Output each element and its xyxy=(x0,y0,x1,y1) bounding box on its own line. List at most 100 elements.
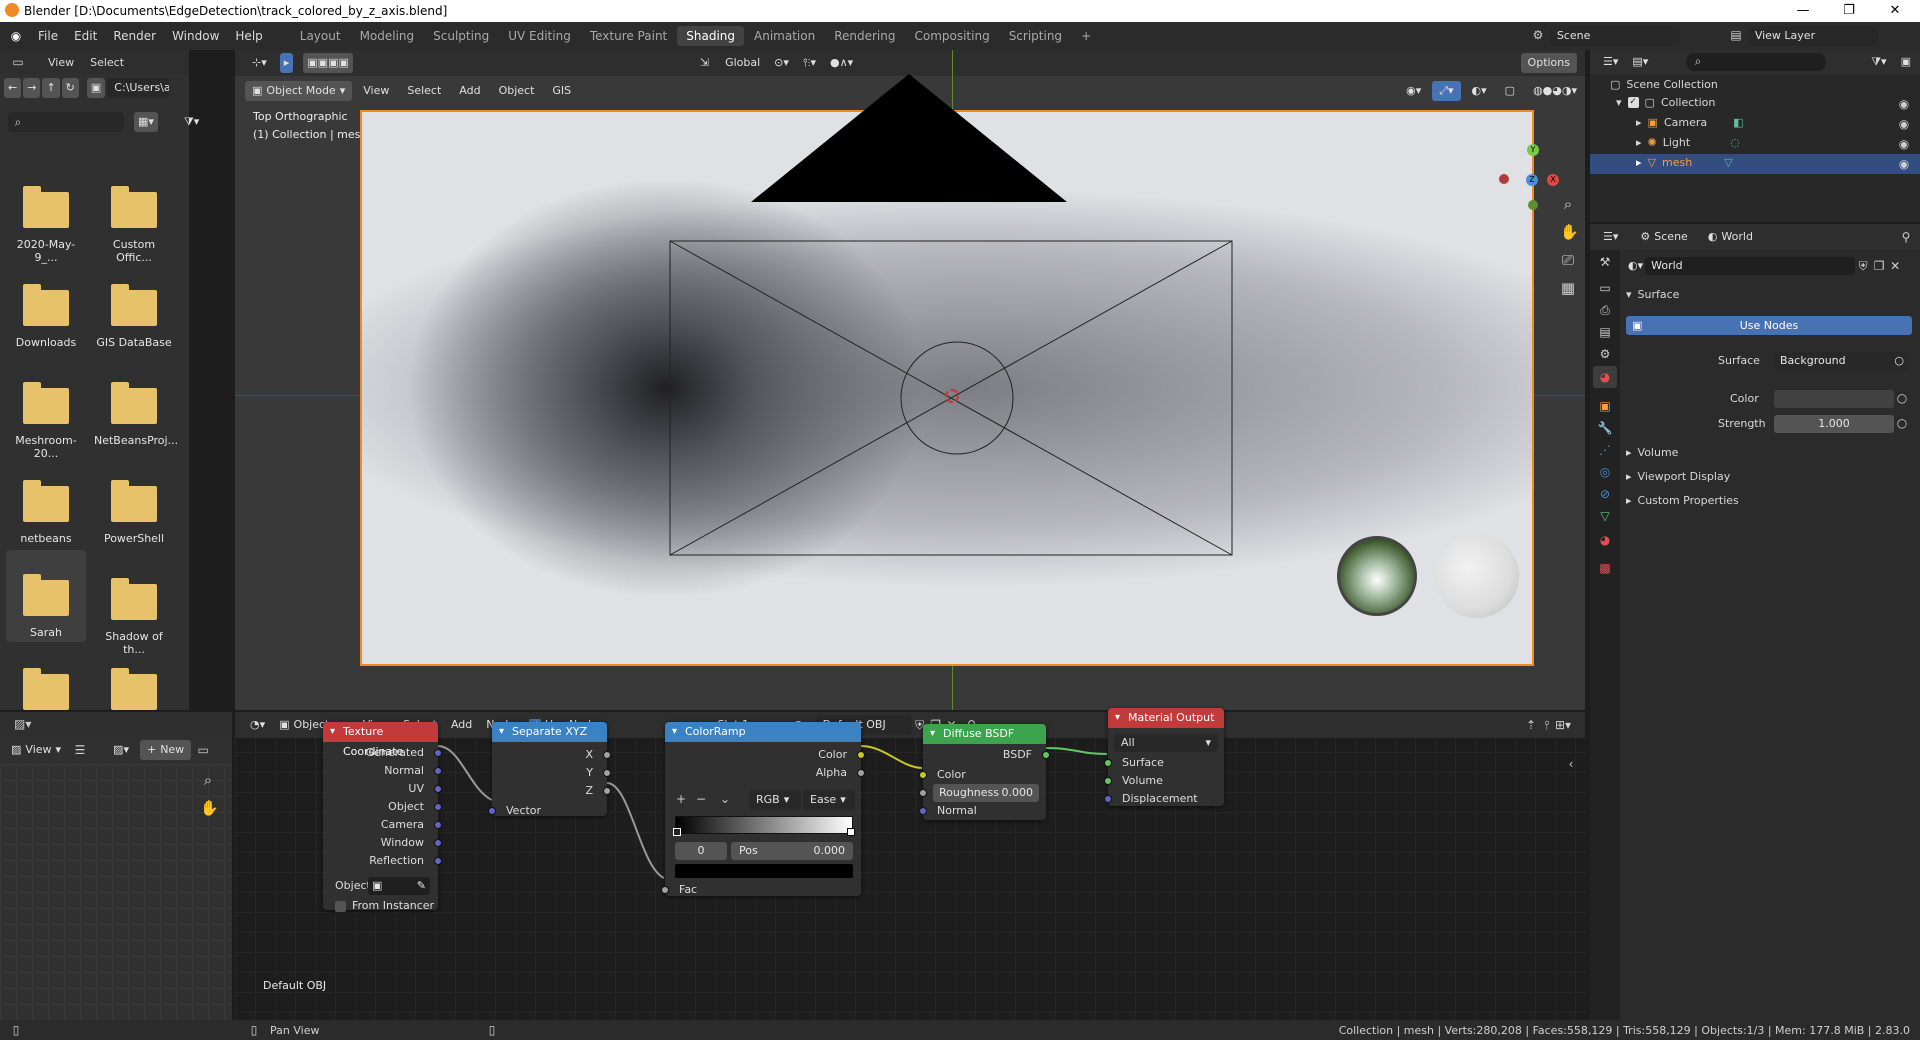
expand-arrow-icon[interactable]: ▾ xyxy=(1616,96,1622,109)
view-layer-tab-icon[interactable]: ▤ xyxy=(1597,324,1613,340)
checkbox-checked-icon[interactable]: ✓ xyxy=(1627,97,1639,108)
menu-file[interactable]: File xyxy=(30,29,66,43)
world-name-field[interactable]: World xyxy=(1645,257,1856,275)
socket-object[interactable] xyxy=(434,803,442,811)
gizmo-toggle-icon[interactable]: ⤢▾ xyxy=(1432,81,1461,101)
duplicate-world-icon[interactable]: ❐ xyxy=(1871,258,1887,274)
options-dropdown[interactable]: Options xyxy=(1520,53,1577,73)
remove-stop-icon[interactable]: − xyxy=(693,791,709,807)
xray-icon[interactable]: ▢ xyxy=(1498,81,1522,101)
select-tool-icon[interactable]: ▸ xyxy=(279,53,294,73)
new-collection-icon[interactable]: ▣ xyxy=(1894,52,1918,72)
object-picker-field[interactable]: ▣ ✎ xyxy=(368,877,430,895)
viewport-editor-type-icon[interactable]: ⊹▾ xyxy=(245,53,274,73)
socket-volume-in[interactable] xyxy=(1104,777,1112,785)
forward-icon[interactable]: → xyxy=(23,78,41,98)
ortho-grid-icon[interactable]: ▦ xyxy=(1560,280,1576,296)
display-mode-icon[interactable]: ▤▾ xyxy=(1625,52,1655,72)
overlay-toggle-icon[interactable]: ◐▾ xyxy=(1465,81,1494,101)
ramp-stop-white[interactable] xyxy=(847,828,855,836)
transform-orientation-icon[interactable]: ⇲ xyxy=(693,53,716,73)
3d-viewport[interactable]: ⊹▾ ▸ ▣▣▣▣ ⇲ Global ⊙▾ ⫯⫶▾ ●∧▾ Options ▣ O… xyxy=(235,50,1585,710)
use-nodes-button[interactable]: ▣ Use Nodes xyxy=(1626,316,1912,335)
tab-layout[interactable]: Layout xyxy=(291,26,350,46)
scene-tab-icon[interactable]: ⚙ xyxy=(1597,346,1613,362)
display-mode-icon[interactable]: ▦▾ xyxy=(134,112,158,132)
menu-edit[interactable]: Edit xyxy=(66,29,105,43)
pivot-icon[interactable]: ⊙▾ xyxy=(767,53,796,73)
from-instancer-checkbox[interactable] xyxy=(335,901,346,912)
node-title[interactable]: Material Output xyxy=(1108,708,1224,728)
eyedropper-icon[interactable]: ✎ xyxy=(417,877,426,895)
shading-modes-icon[interactable]: ◍●◕◑▾ xyxy=(1526,81,1584,101)
add-stop-icon[interactable]: + xyxy=(673,791,689,807)
gizmo-z-axis[interactable]: Z xyxy=(1526,174,1538,186)
vp-menu-add[interactable]: Add xyxy=(452,81,487,101)
color-ramp-gradient[interactable] xyxy=(675,816,853,834)
node-title[interactable]: ColorRamp xyxy=(665,722,861,742)
roughness-field[interactable]: Roughness 0.000 xyxy=(933,784,1039,802)
ie-open-folder-icon[interactable]: ▭ xyxy=(195,742,211,758)
scene-selector[interactable]: ⚙ Scene xyxy=(1530,26,1680,46)
data-tab-icon[interactable]: ▽ xyxy=(1597,508,1613,524)
breadcrumb-scene[interactable]: ⚙ Scene xyxy=(1633,227,1694,247)
folder-item[interactable]: netbeans xyxy=(6,462,86,558)
folder-item[interactable] xyxy=(94,666,174,710)
stop-pos-field[interactable]: Pos 0.000 xyxy=(731,842,853,860)
world-browse-icon[interactable]: ◐▾ xyxy=(1626,256,1645,276)
properties-editor-type-icon[interactable]: ☰▾ xyxy=(1596,227,1625,247)
socket-color-out[interactable] xyxy=(857,751,865,759)
filter-icon[interactable]: ⧩▾ xyxy=(180,112,203,132)
vp-menu-select[interactable]: Select xyxy=(400,81,448,101)
pin-icon[interactable]: ⚲ xyxy=(1898,229,1914,245)
node-material-output[interactable]: Material Output All▾ Surface Volume Disp… xyxy=(1104,708,1224,806)
filter-icon[interactable]: ⧩▾ xyxy=(1864,52,1893,72)
vp-menu-view[interactable]: View xyxy=(356,81,396,101)
unlink-world-icon[interactable]: ✕ xyxy=(1887,258,1903,274)
ramp-mode-dropdown[interactable]: RGB ▾ xyxy=(749,790,801,810)
socket-roughness-in[interactable] xyxy=(919,789,927,797)
strength-field[interactable]: 1.000 xyxy=(1774,415,1894,433)
transform-orientation-dropdown[interactable]: Global xyxy=(718,53,767,73)
visibility-eye-icon[interactable]: ◉ xyxy=(1896,136,1912,152)
editor-type-icon[interactable]: ▭ xyxy=(10,54,26,70)
tab-modeling[interactable]: Modeling xyxy=(351,26,424,46)
view-layer-selector[interactable]: ▤ View Layer xyxy=(1728,26,1878,46)
folder-item[interactable] xyxy=(6,666,86,710)
constraints-tab-icon[interactable]: ⊘ xyxy=(1597,486,1613,502)
blender-menu-icon[interactable]: ◉ xyxy=(8,28,24,44)
socket-surface-in[interactable] xyxy=(1104,759,1112,767)
expand-arrow-icon[interactable]: ▸ xyxy=(1636,156,1642,169)
image-canvas[interactable] xyxy=(0,764,232,1020)
scene-field[interactable]: Scene xyxy=(1549,26,1680,46)
sidebar-toggle-icon[interactable]: ‹ xyxy=(1563,756,1579,772)
outliner-row-mesh[interactable]: ▸ ▽ mesh ▽ xyxy=(1636,156,1733,169)
tab-compositing[interactable]: Compositing xyxy=(905,26,998,46)
ramp-interp-dropdown[interactable]: Ease ▾ xyxy=(803,790,855,810)
light-data-icon[interactable]: ◌ xyxy=(1730,136,1740,149)
ie-list-icon[interactable]: ☰ xyxy=(72,742,88,758)
folder-item[interactable]: Custom Offic... xyxy=(94,168,174,264)
outliner-row-light[interactable]: ▸ ✺ Light ◌ xyxy=(1636,136,1740,149)
strength-socket-icon[interactable]: ○ xyxy=(1894,415,1910,431)
socket-x[interactable] xyxy=(603,751,611,759)
snap-icon[interactable]: ⫯⫶▾ xyxy=(796,53,823,73)
socket-color-in[interactable] xyxy=(919,771,927,779)
socket-camera[interactable] xyxy=(434,821,442,829)
socket-reflection[interactable] xyxy=(434,857,442,865)
new-folder-icon[interactable]: ▣ xyxy=(86,78,106,98)
outliner-row-scene-collection[interactable]: ▢ Scene Collection xyxy=(1610,78,1718,91)
folder-item[interactable]: PowerShell xyxy=(94,462,174,558)
folder-item[interactable]: Downloads xyxy=(6,266,86,362)
tab-rendering[interactable]: Rendering xyxy=(825,26,904,46)
stop-index-field[interactable]: 0 xyxy=(675,842,727,860)
vp-menu-object[interactable]: Object xyxy=(492,81,542,101)
parent-dir-icon[interactable]: ↑ xyxy=(42,78,60,98)
maximize-button[interactable]: ❐ xyxy=(1826,0,1872,22)
tool-tab-icon[interactable]: ⚒ xyxy=(1597,254,1613,270)
visibility-icon[interactable]: ◉▾ xyxy=(1399,81,1428,101)
tab-shading[interactable]: Shading xyxy=(677,26,744,46)
outliner-editor-type-icon[interactable]: ☰▾ xyxy=(1596,52,1625,72)
folder-item-selected[interactable]: Sarah xyxy=(6,550,86,642)
image-editor-type-icon[interactable]: ▨▾ xyxy=(14,716,31,732)
